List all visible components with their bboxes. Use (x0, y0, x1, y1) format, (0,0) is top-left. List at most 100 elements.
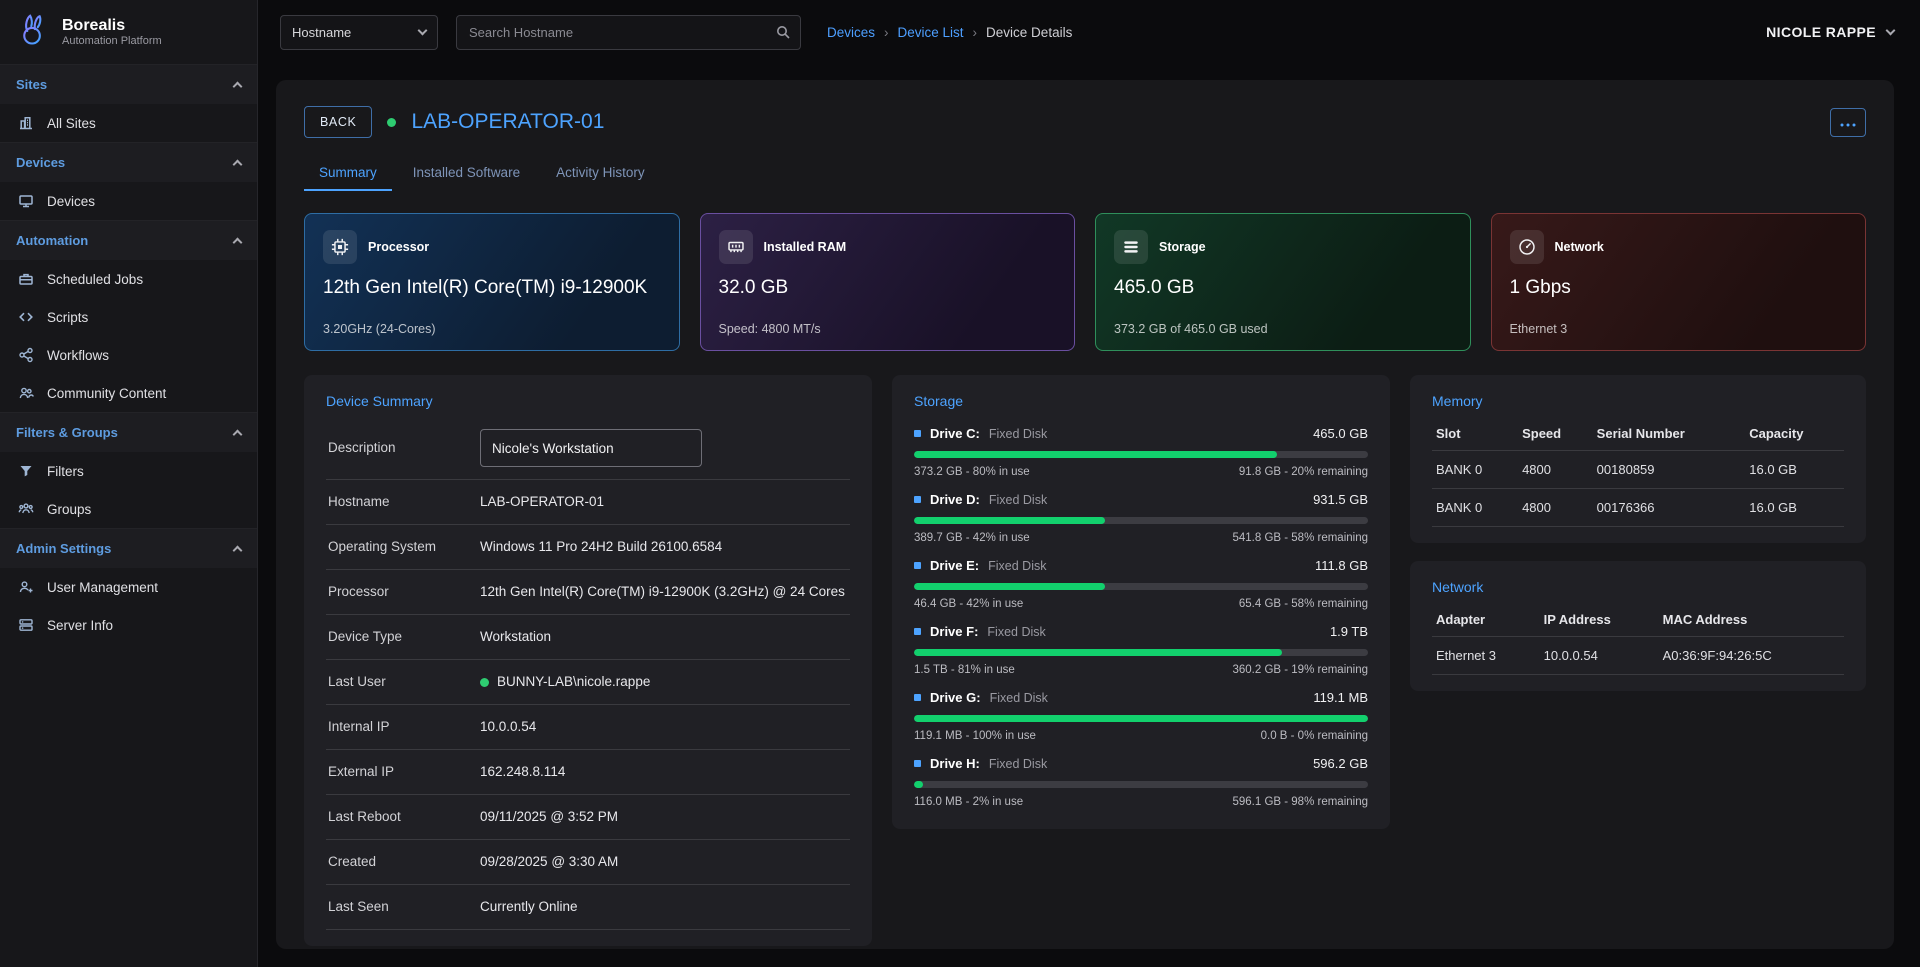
drive-usage-bar (914, 715, 1368, 722)
hostname-dropdown[interactable]: Hostname (280, 15, 438, 50)
drive-size: 119.1 MB (1313, 690, 1368, 705)
table-row: BANK 0 4800 00176366 16.0 GB (1432, 489, 1844, 527)
sidebar-section-filters-groups[interactable]: Filters & Groups (0, 412, 257, 452)
summary-row-internal-ip: Internal IP 10.0.0.54 (326, 705, 850, 750)
storage-icon (1114, 230, 1148, 264)
section-label: Sites (16, 77, 47, 92)
drive-bullet-icon (914, 496, 921, 503)
sidebar-item-label: Community Content (47, 386, 166, 401)
stat-card-footer: 373.2 GB of 465.0 GB used (1114, 322, 1452, 336)
row-label: Last Reboot (328, 808, 480, 826)
stat-cards: Processor 12th Gen Intel(R) Core(TM) i9-… (304, 213, 1866, 351)
summary-row-last-user: Last User BUNNY-LAB\nicole.rappe (326, 660, 850, 705)
table-row: BANK 0 4800 00180859 16.0 GB (1432, 451, 1844, 489)
chevron-up-icon (233, 430, 243, 440)
search-input[interactable] (456, 15, 801, 50)
row-label: Operating System (328, 538, 480, 556)
summary-row-device-type: Device Type Workstation (326, 615, 850, 660)
sidebar-item-all-sites[interactable]: All Sites (0, 104, 257, 142)
drive-type: Fixed Disk (989, 427, 1047, 441)
user-plus-icon (17, 578, 35, 596)
chevron-up-icon (233, 160, 243, 170)
tab-summary[interactable]: Summary (304, 154, 392, 191)
drive-used: 46.4 GB - 42% in use (914, 598, 1023, 610)
sidebar-item-label: All Sites (47, 116, 96, 131)
drive-name: Drive C: (930, 426, 980, 441)
row-label: Internal IP (328, 718, 480, 736)
section-label: Automation (16, 233, 88, 248)
column-header: Slot (1432, 417, 1518, 451)
storage-panel: Storage Drive C: Fixed Disk 465.0 GB 373… (892, 375, 1390, 829)
sidebar-item-server-info[interactable]: Server Info (0, 606, 257, 644)
briefcase-icon (17, 270, 35, 288)
summary-row-last-seen: Last Seen Currently Online (326, 885, 850, 930)
sidebar-item-community-content[interactable]: Community Content (0, 374, 257, 412)
row-label: Created (328, 853, 480, 871)
more-options-button[interactable] (1830, 108, 1866, 137)
drive-remaining: 541.8 GB - 58% remaining (1232, 532, 1368, 544)
row-label: Device Type (328, 628, 480, 646)
drive-used: 119.1 MB - 100% in use (914, 730, 1036, 742)
search-icon (775, 24, 791, 45)
sidebar-item-label: Groups (47, 502, 91, 517)
chevron-up-icon (233, 238, 243, 248)
stat-card-network: Network 1 Gbps Ethernet 3 (1491, 213, 1867, 351)
sidebar-section-admin-settings[interactable]: Admin Settings (0, 528, 257, 568)
drive-usage-bar (914, 781, 1368, 788)
sidebar-item-workflows[interactable]: Workflows (0, 336, 257, 374)
sidebar-item-scripts[interactable]: Scripts (0, 298, 257, 336)
row-value: Workstation (480, 627, 551, 647)
breadcrumb-devices[interactable]: Devices (827, 25, 875, 40)
table-header-row: Adapter IP Address MAC Address (1432, 603, 1844, 637)
breadcrumb-separator: › (884, 25, 889, 40)
tab-installed-software[interactable]: Installed Software (398, 154, 535, 191)
stat-card-title: Processor (368, 240, 429, 254)
user-menu[interactable]: NICOLE RAPPE (1766, 24, 1894, 40)
sidebar-item-devices[interactable]: Devices (0, 182, 257, 220)
panel-title: Device Summary (326, 393, 850, 409)
panel-title: Memory (1432, 393, 1844, 409)
sidebar-section-sites[interactable]: Sites (0, 64, 257, 104)
drive-name: Drive G: (930, 690, 981, 705)
row-value: 09/28/2025 @ 3:30 AM (480, 852, 618, 872)
drive-usage-fill (914, 517, 1105, 524)
drive-type: Fixed Disk (990, 691, 1048, 705)
drive-usage-fill (914, 715, 1368, 722)
cell: 4800 (1518, 451, 1593, 489)
drive-remaining: 360.2 GB - 19% remaining (1232, 664, 1368, 676)
summary-row-operating-system: Operating System Windows 11 Pro 24H2 Bui… (326, 525, 850, 570)
row-value: Currently Online (480, 897, 578, 917)
building-icon (17, 114, 35, 132)
drive-bullet-icon (914, 628, 921, 635)
table-row: Ethernet 3 10.0.0.54 A0:36:9F:94:26:5C (1432, 637, 1844, 675)
cell: 00176366 (1593, 489, 1746, 527)
sidebar-item-scheduled-jobs[interactable]: Scheduled Jobs (0, 260, 257, 298)
memory-panel: Memory Slot Speed Serial Number Capacity (1410, 375, 1866, 543)
back-button[interactable]: BACK (304, 106, 372, 138)
brand-logo-icon (14, 11, 52, 54)
sidebar-section-automation[interactable]: Automation (0, 220, 257, 260)
drive-usage-fill (914, 583, 1105, 590)
drive-type: Fixed Disk (989, 757, 1047, 771)
drive-usage-fill (914, 781, 923, 788)
network-table: Adapter IP Address MAC Address Ethernet … (1432, 603, 1844, 675)
sidebar-item-filters[interactable]: Filters (0, 452, 257, 490)
drive-usage-fill (914, 649, 1282, 656)
more-options-icon (1840, 115, 1856, 130)
network-panel: Network Adapter IP Address MAC Address (1410, 561, 1866, 691)
cell: BANK 0 (1432, 451, 1518, 489)
stat-card-footer: 3.20GHz (24-Cores) (323, 322, 661, 336)
tab-activity-history[interactable]: Activity History (541, 154, 660, 191)
description-input[interactable] (480, 429, 702, 467)
column-header: Capacity (1745, 417, 1844, 451)
topbar: Hostname Devices › Device List › Device … (258, 0, 1920, 64)
device-summary-panel: Device Summary Description Hostname LAB-… (304, 375, 872, 946)
online-status-dot (480, 678, 489, 687)
sidebar-item-label: User Management (47, 580, 158, 595)
sidebar-item-user-management[interactable]: User Management (0, 568, 257, 606)
brand-name: Borealis (62, 17, 162, 35)
stat-card-title: Installed RAM (764, 240, 847, 254)
sidebar-item-groups[interactable]: Groups (0, 490, 257, 528)
sidebar-section-devices[interactable]: Devices (0, 142, 257, 182)
breadcrumb-device-list[interactable]: Device List (898, 25, 964, 40)
